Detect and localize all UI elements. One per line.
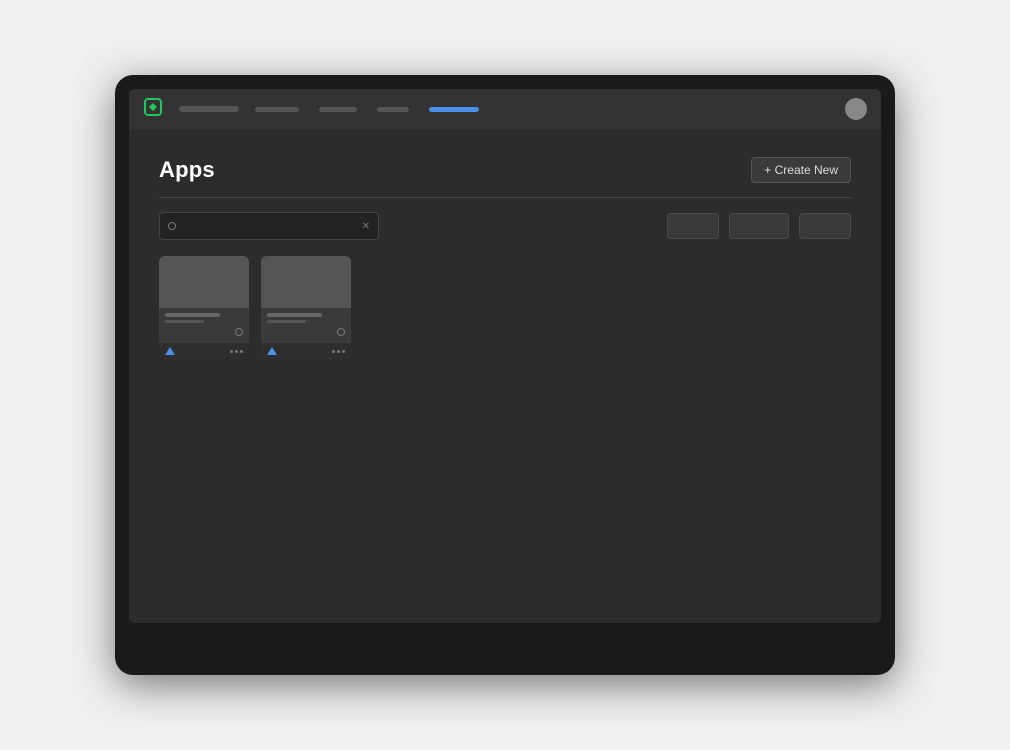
- monitor: Apps + Create New ✕: [115, 75, 895, 675]
- page-title: Apps: [159, 157, 215, 183]
- brand-text: [179, 106, 239, 112]
- search-clear-icon[interactable]: ✕: [362, 221, 370, 232]
- nav-link-3[interactable]: [377, 107, 409, 112]
- app-card-2[interactable]: [261, 256, 351, 359]
- app-title-bar-1: [165, 313, 220, 317]
- app-card-1[interactable]: [159, 256, 249, 359]
- monitor-stand: [445, 623, 565, 651]
- user-avatar[interactable]: [845, 98, 867, 120]
- header-divider: [159, 197, 851, 198]
- app-title-bar-2: [267, 313, 322, 317]
- nav-link-1[interactable]: [255, 107, 299, 112]
- app-card-body-1: [159, 308, 249, 343]
- app-thumbnail-2: [261, 256, 351, 308]
- app-status-row-1: [165, 328, 243, 336]
- search-input[interactable]: [182, 225, 356, 228]
- nav-link-4-active[interactable]: [429, 107, 479, 112]
- warning-icon-2: [267, 347, 277, 355]
- screen: Apps + Create New ✕: [129, 89, 881, 623]
- app-sub-bar-2: [267, 320, 306, 323]
- app-card-footer-1: [159, 343, 249, 359]
- app-status-row-2: [267, 328, 345, 336]
- toolbar: ✕: [159, 212, 851, 240]
- warning-icon-1: [165, 347, 175, 355]
- navbar: [129, 89, 881, 129]
- filter-button-3[interactable]: [799, 213, 851, 239]
- create-new-button[interactable]: + Create New: [751, 157, 851, 183]
- monitor-base: [415, 651, 595, 661]
- app-menu-dots-2[interactable]: [332, 350, 345, 353]
- apps-grid: [159, 256, 851, 359]
- app-menu-dots-1[interactable]: [230, 350, 243, 353]
- nav-links: [255, 107, 479, 112]
- app-sub-bar-1: [165, 320, 204, 323]
- search-icon: [168, 222, 176, 230]
- app-card-footer-2: [261, 343, 351, 359]
- logo-icon: [143, 97, 163, 122]
- status-indicator-1: [235, 328, 243, 336]
- app-thumbnail-1: [159, 256, 249, 308]
- page-header: Apps + Create New: [159, 157, 851, 183]
- filter-button-1[interactable]: [667, 213, 719, 239]
- status-indicator-2: [337, 328, 345, 336]
- nav-link-2[interactable]: [319, 107, 357, 112]
- main-content: Apps + Create New ✕: [129, 129, 881, 623]
- app-card-body-2: [261, 308, 351, 343]
- search-box[interactable]: ✕: [159, 212, 379, 240]
- filter-button-2[interactable]: [729, 213, 789, 239]
